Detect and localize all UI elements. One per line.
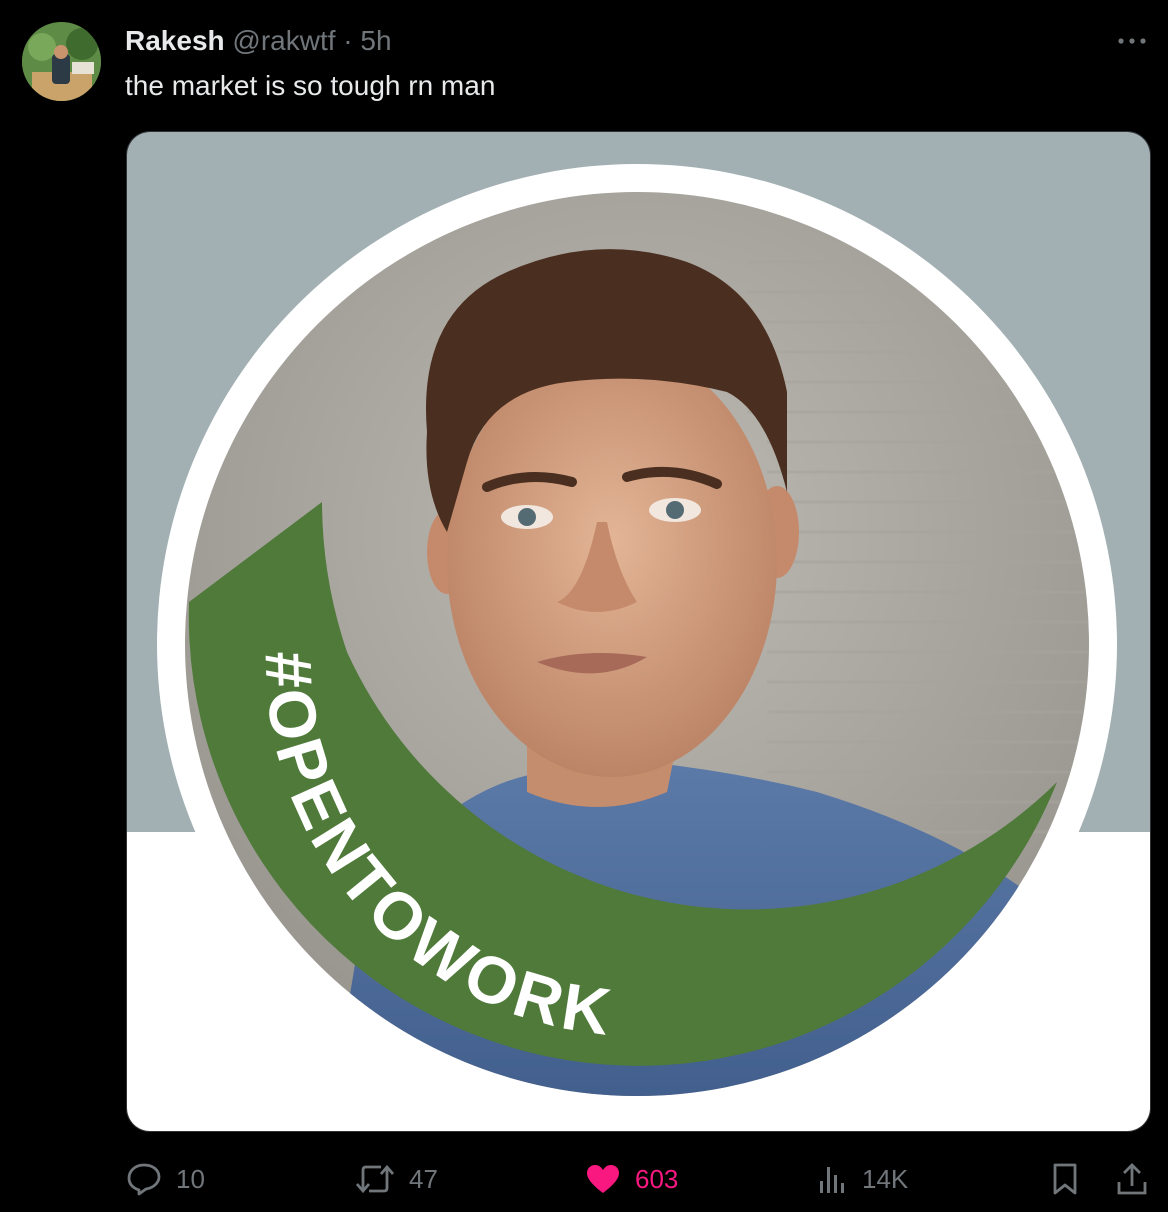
author-name[interactable]: Rakesh [125, 25, 225, 56]
share-button[interactable] [1115, 1162, 1149, 1196]
profile-photo-image: #OPENTOWORK [127, 132, 1150, 1131]
author-handle[interactable]: @rakwtf [232, 25, 335, 56]
repost-count: 47 [409, 1163, 438, 1194]
heart-icon [587, 1165, 619, 1193]
repost-button[interactable]: 47 [355, 1162, 438, 1196]
tweet-text: the market is so tough rn man [125, 70, 496, 101]
reply-icon [127, 1163, 161, 1196]
tweet-header: Rakesh @rakwtf · 5h [125, 24, 392, 58]
like-button[interactable]: 603 [585, 1162, 678, 1196]
more-options-button[interactable] [1116, 30, 1148, 52]
tweet-media[interactable]: #OPENTOWORK [126, 131, 1151, 1132]
more-options-icon [1118, 38, 1146, 44]
reply-button[interactable]: 10 [126, 1162, 205, 1196]
tweet-time[interactable]: 5h [360, 25, 391, 56]
views-button[interactable]: 14K [818, 1162, 908, 1196]
separator-dot: · [343, 25, 353, 56]
share-icon [1117, 1163, 1147, 1195]
tweet-actions-bar: 10 47 603 14K [0, 1150, 1168, 1206]
bookmark-button[interactable] [1050, 1162, 1080, 1196]
views-icon [820, 1167, 844, 1193]
author-avatar[interactable] [22, 22, 101, 101]
views-count: 14K [862, 1163, 909, 1194]
reply-count: 10 [176, 1163, 205, 1194]
like-count: 603 [635, 1163, 679, 1194]
bookmark-icon [1053, 1163, 1077, 1195]
avatar-image [22, 22, 101, 101]
repost-icon [355, 1164, 395, 1194]
